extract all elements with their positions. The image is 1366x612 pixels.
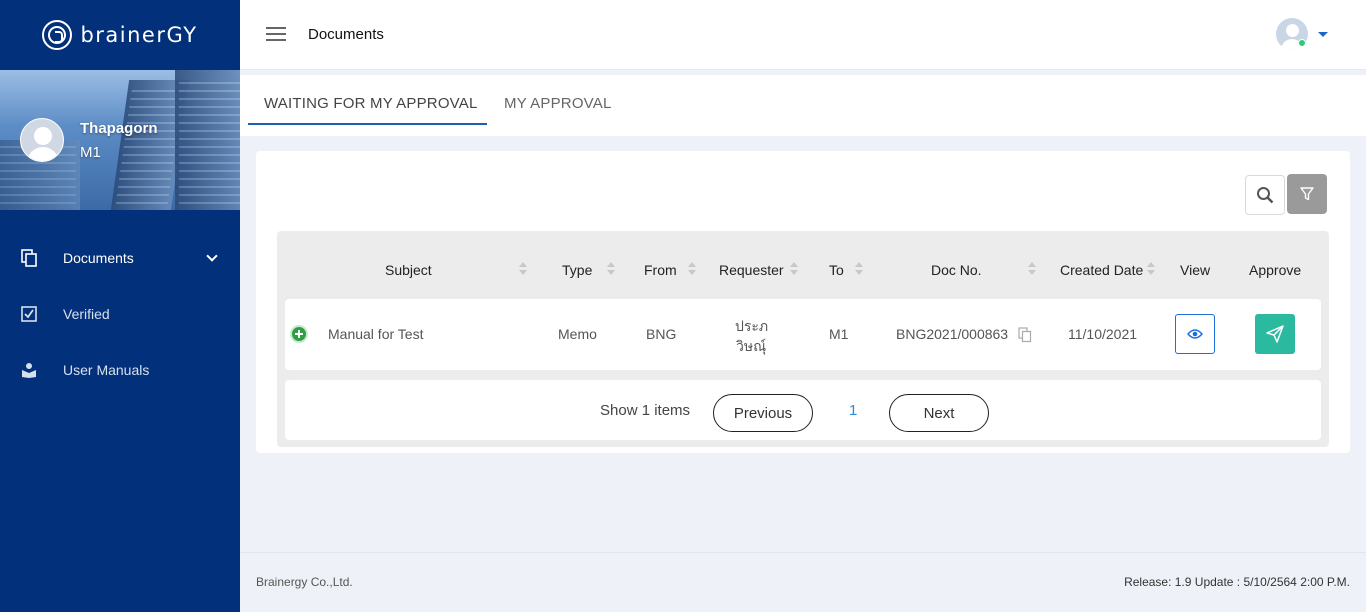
cell-requester-line1: ประภ xyxy=(735,318,769,334)
expand-row-icon[interactable] xyxy=(290,325,308,343)
copy-icon[interactable] xyxy=(1018,327,1032,343)
approve-button[interactable] xyxy=(1255,314,1295,354)
sort-icon[interactable] xyxy=(855,261,863,277)
search-icon xyxy=(1257,187,1274,204)
cell-type: Memo xyxy=(558,326,597,342)
eye-icon xyxy=(1187,329,1203,339)
cell-doc-no: BNG2021/000863 xyxy=(896,326,1009,342)
column-header-from[interactable]: From xyxy=(644,262,677,278)
profile-avatar xyxy=(20,118,64,162)
table-row[interactable]: Manual for Test Memo BNG ประภ วิษณุ์ M1 … xyxy=(285,299,1321,370)
sidebar-item-user-manuals[interactable]: User Manuals xyxy=(0,342,240,398)
profile-role: M1 xyxy=(80,144,101,161)
filter-icon xyxy=(1300,187,1314,201)
documents-icon xyxy=(20,249,38,267)
sidebar-nav: Documents Verified User Manuals xyxy=(0,210,240,398)
column-header-created-date[interactable]: Created Date xyxy=(1060,262,1143,278)
sidebar-item-documents[interactable]: Documents xyxy=(0,230,240,286)
profile-name: Thapagorn xyxy=(80,120,158,137)
documents-card: Subject Type From Requester To Doc No. C… xyxy=(256,151,1350,453)
sort-icon[interactable] xyxy=(790,261,798,277)
sidebar: brainerGY Thapagorn M1 Documents Verifie… xyxy=(0,0,240,612)
view-button[interactable] xyxy=(1175,314,1215,354)
previous-button[interactable]: Previous xyxy=(713,394,813,432)
cell-requester-line2: วิษณุ์ xyxy=(736,338,767,354)
sort-icon[interactable] xyxy=(1028,261,1036,277)
chevron-down-icon[interactable] xyxy=(206,250,218,262)
menu-icon[interactable] xyxy=(266,27,286,41)
column-header-subject[interactable]: Subject xyxy=(385,262,432,278)
release-info: Release: 1.9 Update : 5/10/2564 2:00 P.M… xyxy=(1124,575,1350,589)
online-status-icon xyxy=(1298,39,1306,47)
page-title: Documents xyxy=(308,26,384,43)
sidebar-item-label: Documents xyxy=(63,250,134,266)
column-header-approve: Approve xyxy=(1249,262,1302,278)
column-header-to[interactable]: To xyxy=(829,262,844,278)
checkbox-icon xyxy=(20,305,38,323)
tab-waiting-for-my-approval[interactable]: WAITING FOR MY APPROVAL xyxy=(264,95,478,112)
footer: Brainergy Co.,Ltd. Release: 1.9 Update :… xyxy=(240,552,1366,612)
page-number-1[interactable]: 1 xyxy=(849,402,857,419)
column-header-view: View xyxy=(1180,262,1211,278)
next-button[interactable]: Next xyxy=(889,394,989,432)
send-icon xyxy=(1266,325,1284,343)
cell-subject: Manual for Test xyxy=(328,326,424,342)
items-count: Show 1 items xyxy=(600,402,691,419)
sort-icon[interactable] xyxy=(688,261,696,277)
sort-icon[interactable] xyxy=(1147,261,1155,277)
company-name: Brainergy Co.,Ltd. xyxy=(256,575,353,589)
caret-down-icon xyxy=(1318,32,1328,37)
sidebar-item-label: Verified xyxy=(63,306,110,322)
brand[interactable]: brainerGY xyxy=(0,0,240,70)
documents-table: Subject Type From Requester To Doc No. C… xyxy=(277,231,1329,447)
user-menu[interactable] xyxy=(1276,18,1328,52)
approval-tabs: WAITING FOR MY APPROVAL MY APPROVAL xyxy=(240,75,1366,136)
profile-banner: Thapagorn M1 xyxy=(0,70,240,210)
brand-name: brainerGY xyxy=(80,23,198,47)
pagination: Show 1 items Previous 1 Next xyxy=(285,380,1321,440)
cell-created-date: 11/10/2021 xyxy=(1068,326,1138,342)
cell-to: M1 xyxy=(829,326,849,342)
sort-icon[interactable] xyxy=(607,261,615,277)
sort-icon[interactable] xyxy=(519,261,527,277)
sidebar-item-label: User Manuals xyxy=(63,362,150,378)
search-button[interactable] xyxy=(1245,175,1285,215)
tab-my-approval[interactable]: MY APPROVAL xyxy=(504,95,612,112)
book-user-icon xyxy=(20,361,38,379)
brainergy-logo-icon xyxy=(42,20,73,50)
column-header-requester[interactable]: Requester xyxy=(719,262,784,278)
column-header-type[interactable]: Type xyxy=(562,262,592,278)
filter-button[interactable] xyxy=(1287,174,1327,214)
cell-from: BNG xyxy=(646,326,677,342)
sidebar-item-verified[interactable]: Verified xyxy=(0,286,240,342)
top-bar: Documents xyxy=(240,0,1366,70)
active-tab-indicator xyxy=(248,123,487,125)
column-header-doc-no[interactable]: Doc No. xyxy=(931,262,982,278)
